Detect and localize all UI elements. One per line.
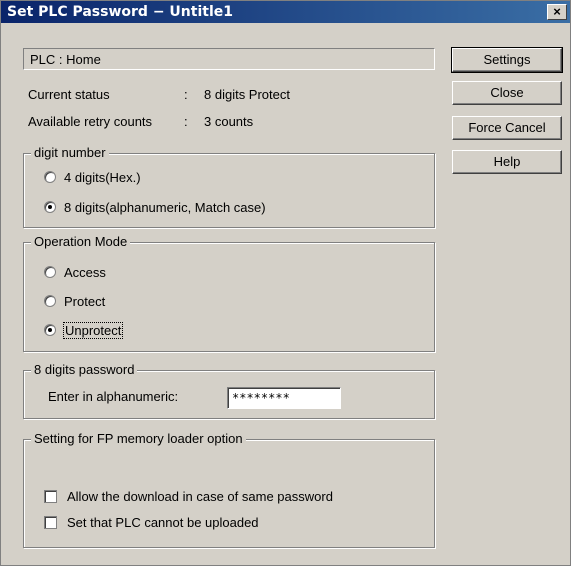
radio-unprotect-label: Unprotect: [62, 321, 124, 339]
radio-4-digits-label: 4 digits(Hex.): [64, 169, 141, 185]
set-plc-password-dialog: Set PLC Password − Untitle1 × PLC : Home…: [0, 0, 571, 566]
checkbox-allow-download[interactable]: Allow the download in case of same passw…: [44, 487, 333, 505]
password-label: Enter in alphanumeric:: [48, 389, 179, 404]
retry-counts-colon: :: [184, 114, 188, 129]
loader-option-legend: Setting for FP memory loader option: [31, 431, 246, 446]
checkbox-no-upload[interactable]: Set that PLC cannot be uploaded: [44, 513, 259, 531]
radio-button-icon[interactable]: [44, 295, 56, 307]
digit-number-group: digit number 4 digits(Hex.) 8 digits(alp…: [23, 145, 435, 228]
radio-4-digits[interactable]: 4 digits(Hex.): [44, 168, 141, 186]
checkbox-allow-download-label: Allow the download in case of same passw…: [67, 488, 333, 504]
window-title: Set PLC Password − Untitle1: [7, 4, 233, 20]
checkbox-icon[interactable]: [44, 489, 57, 503]
close-window-button[interactable]: ×: [547, 4, 567, 20]
radio-access-label: Access: [64, 264, 106, 280]
settings-button[interactable]: Settings: [451, 47, 563, 73]
password-group: 8 digits password Enter in alphanumeric:…: [23, 362, 435, 419]
radio-button-selected-icon[interactable]: [44, 201, 56, 213]
radio-button-selected-icon[interactable]: [44, 324, 56, 336]
radio-button-icon[interactable]: [44, 266, 56, 278]
force-cancel-button[interactable]: Force Cancel: [452, 116, 562, 140]
help-button[interactable]: Help: [452, 150, 562, 174]
radio-access[interactable]: Access: [44, 263, 106, 281]
current-status-value: 8 digits Protect: [204, 87, 290, 102]
retry-counts-label: Available retry counts: [28, 114, 153, 129]
radio-protect-label: Protect: [64, 293, 106, 309]
operation-mode-group: Operation Mode Access Protect Unprotect: [23, 234, 435, 352]
checkbox-icon[interactable]: [44, 515, 57, 529]
radio-unprotect[interactable]: Unprotect: [44, 321, 124, 339]
radio-8-digits-label: 8 digits(alphanumeric, Match case): [64, 199, 266, 215]
radio-8-digits[interactable]: 8 digits(alphanumeric, Match case): [44, 198, 266, 216]
password-input[interactable]: ********: [227, 387, 341, 409]
password-legend: 8 digits password: [31, 362, 138, 377]
radio-button-icon[interactable]: [44, 171, 56, 183]
title-bar[interactable]: Set PLC Password − Untitle1 ×: [1, 1, 570, 23]
close-button[interactable]: Close: [452, 81, 562, 105]
loader-option-group: Setting for FP memory loader option Allo…: [23, 431, 435, 548]
operation-mode-legend: Operation Mode: [31, 234, 131, 249]
checkbox-no-upload-label: Set that PLC cannot be uploaded: [67, 514, 259, 530]
radio-protect[interactable]: Protect: [44, 292, 105, 310]
plc-name-field: PLC : Home: [23, 48, 435, 70]
current-status-label: Current status: [28, 87, 110, 102]
retry-counts-value: 3 counts: [204, 114, 254, 129]
current-status-colon: :: [184, 87, 188, 102]
digit-number-legend: digit number: [31, 145, 109, 160]
